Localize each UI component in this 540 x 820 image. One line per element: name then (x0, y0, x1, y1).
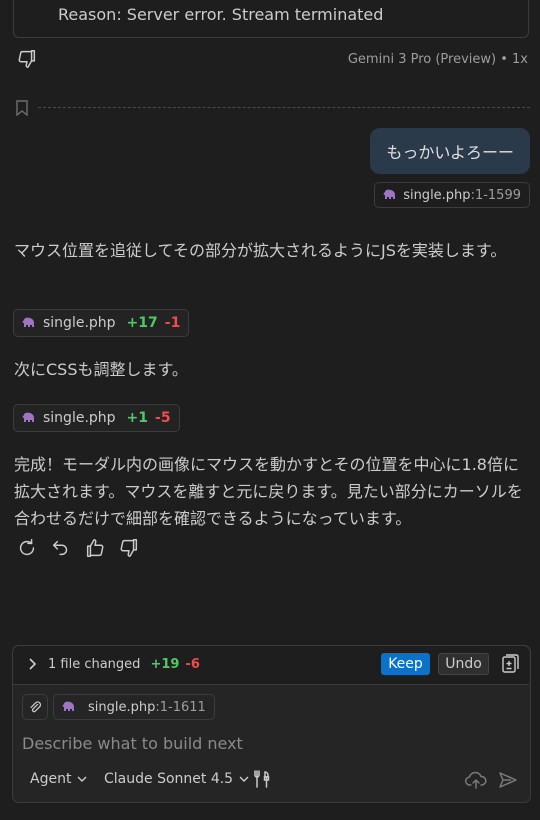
php-elephant-icon (22, 317, 36, 329)
php-elephant-icon (22, 412, 36, 424)
response-actions (16, 537, 140, 559)
chevron-right-icon[interactable] (26, 656, 40, 672)
refresh-icon[interactable] (16, 537, 38, 559)
thumbs-down-icon[interactable] (16, 48, 38, 70)
checkpoint-divider (38, 107, 530, 108)
mode-label: Agent (30, 771, 72, 787)
send-icon[interactable] (498, 770, 518, 790)
assistant-paragraph: 次にCSSも調整します。 (14, 360, 188, 379)
changes-summary-label: 1 file changed (48, 657, 141, 672)
php-elephant-icon (383, 189, 397, 201)
context-file-range: :1-1611 (155, 699, 206, 715)
edit-file-name: single.php (43, 410, 116, 426)
tools-icon[interactable] (252, 769, 272, 789)
error-reason-text: Reason: Server error. Stream terminated (58, 5, 384, 24)
lines-added: +1 (126, 410, 149, 426)
context-file-range: :1-1599 (470, 187, 521, 203)
file-edit-chip[interactable]: single.php +1 -5 (13, 404, 180, 432)
chevron-down-icon (239, 775, 249, 783)
total-lines-removed: -6 (185, 657, 200, 672)
user-message-text: もっかいよろーー (386, 143, 514, 162)
prompt-input[interactable] (22, 731, 512, 755)
user-message-bubble: もっかいよろーー (370, 128, 530, 174)
user-context-chip[interactable]: single.php:1-1599 (374, 182, 530, 208)
assistant-paragraph: 完成！モーダル内の画像にマウスを動かすとその位置を中心に1.8倍に拡大されます。… (14, 455, 523, 528)
model-label: Claude Sonnet 4.5 (104, 771, 234, 787)
review-changes-icon[interactable] (500, 654, 520, 674)
cloud-upload-icon[interactable] (465, 770, 487, 790)
keep-button[interactable]: Keep (381, 653, 430, 675)
edit-file-name: single.php (43, 315, 116, 331)
chevron-down-icon (77, 775, 87, 783)
php-elephant-icon (62, 701, 76, 713)
lines-removed: -5 (155, 410, 171, 426)
paperclip-icon (28, 700, 42, 714)
lines-added: +17 (126, 315, 158, 331)
changes-summary[interactable]: 1 file changed +19 -6 (48, 657, 200, 672)
model-dropdown[interactable]: Claude Sonnet 4.5 (104, 771, 249, 787)
assistant-paragraph: マウス位置を追従してその部分が拡大されるようにJSを実装します。 (14, 241, 507, 260)
lines-removed: -1 (164, 315, 181, 331)
response-model-label: Gemini 3 Pro (Preview) • 1x (347, 52, 528, 67)
bookmark-icon[interactable] (15, 100, 29, 116)
attach-button[interactable] (22, 694, 48, 720)
composer-context-chip[interactable]: single.php:1-1611 (53, 694, 215, 720)
mode-dropdown[interactable]: Agent (30, 771, 87, 787)
context-file-name: single.php (403, 187, 471, 203)
context-file-name: single.php (88, 699, 156, 715)
thumbs-down-icon[interactable] (118, 537, 140, 559)
undo-button[interactable]: Undo (438, 653, 489, 675)
file-edit-chip[interactable]: single.php +17 -1 (13, 309, 190, 337)
undo-icon[interactable] (50, 537, 72, 559)
total-lines-added: +19 (150, 657, 180, 672)
thumbs-up-icon[interactable] (84, 537, 106, 559)
